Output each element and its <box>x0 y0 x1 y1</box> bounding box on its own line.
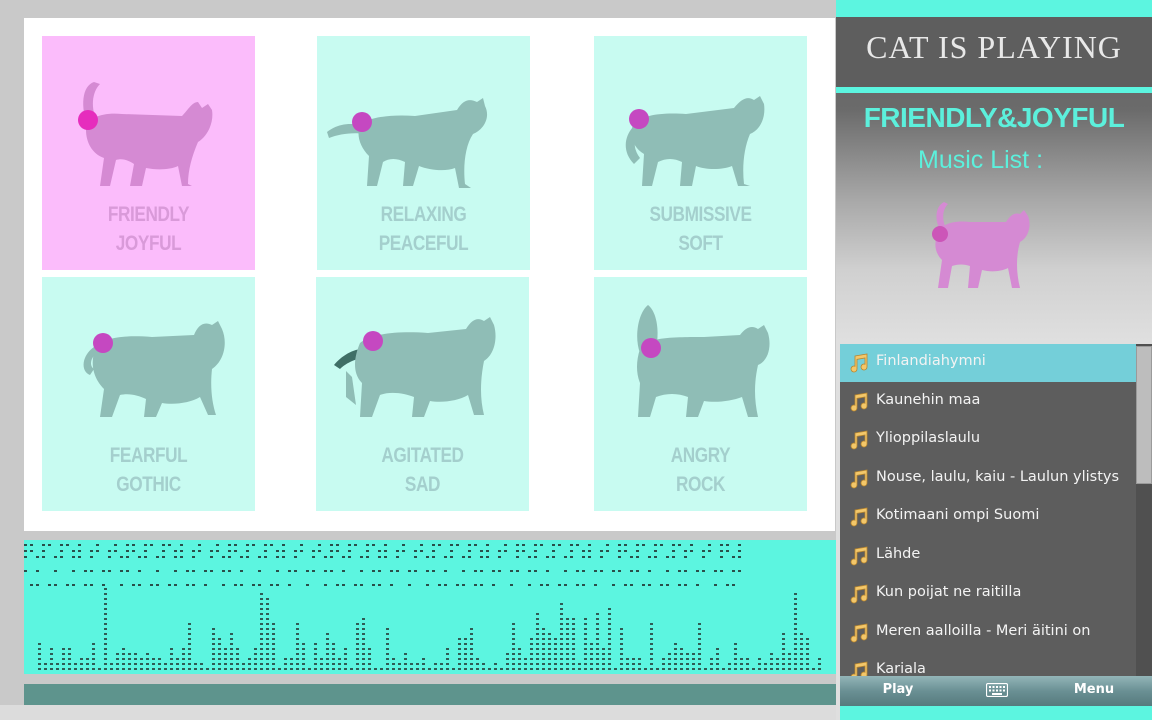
track-title: Nouse, laulu, kaiu - Laulun ylistys <box>876 468 1120 485</box>
music-note-icon <box>848 506 870 528</box>
mood-label-line2: SOFT <box>678 232 723 255</box>
mood-label-line1: RELAXING <box>380 203 467 226</box>
mood-label-line1: FEARFUL <box>109 444 188 467</box>
mood-grid: FRIENDLY JOYFUL RELAXING PEACEFUL SUBMIS… <box>24 18 835 531</box>
playlist-item[interactable]: Kun poijat ne raitilla <box>840 575 1136 613</box>
mood-label-line2: JOYFUL <box>115 232 182 255</box>
music-list-label: Music List : <box>918 146 1044 174</box>
mood-label-line2: PEACEFUL <box>378 232 469 255</box>
playlist-item[interactable]: Kariala <box>840 652 1136 676</box>
playlist-scrollbar[interactable] <box>1136 344 1152 676</box>
track-title: Kun poijat ne raitilla <box>876 584 1022 600</box>
mood-label-line2: ROCK <box>675 473 726 496</box>
scrollbar-thumb[interactable] <box>1136 346 1152 484</box>
playlist-item[interactable]: Lähde <box>840 537 1136 575</box>
track-title: Finlandiahymni <box>876 353 986 369</box>
current-mood-title: FRIENDLY&JOYFUL <box>863 102 1125 133</box>
mood-label-line1: AGITATED <box>381 444 464 467</box>
mood-card-agitated[interactable]: AGITATED SAD <box>316 277 529 511</box>
mood-label-line1: SUBMISSIVE <box>649 203 752 226</box>
visualizer-pane: FRIENDLY JOYFUL RELAXING PEACEFUL SUBMIS… <box>0 0 836 720</box>
mood-card-friendly[interactable]: FRIENDLY JOYFUL <box>42 36 255 270</box>
mood-card-submissive[interactable]: SUBMISSIVE SOFT <box>594 36 807 270</box>
track-title: Lähde <box>876 545 921 562</box>
playlist-item[interactable]: Ylioppilaslaulu <box>840 421 1136 459</box>
mood-label-line2: SAD <box>404 473 441 496</box>
menu-button[interactable]: Menu <box>1036 682 1152 697</box>
keyboard-icon[interactable] <box>986 683 1008 697</box>
mood-label-line2: GOTHIC <box>116 473 181 496</box>
player-sidebar: CAT IS PLAYING FRIENDLY&JOYFUL Music Lis… <box>836 0 1152 720</box>
mood-label-line1: ANGRY <box>670 444 731 467</box>
music-note-icon <box>848 622 870 644</box>
track-title: Kaunehin maa <box>876 391 981 408</box>
playlist-item[interactable]: Kotimaani ompi Suomi <box>840 498 1136 536</box>
spectrum-bars <box>24 544 821 670</box>
music-list: Finlandiahymni Kaunehin maa Ylioppilaslaul… <box>840 344 1152 676</box>
mood-card-fearful[interactable]: FEARFUL GOTHIC <box>42 277 255 511</box>
sidebar-top-accent <box>836 0 1152 17</box>
playlist-item[interactable]: Meren aalloilla - Meri äitini on <box>840 614 1136 652</box>
mood-card-angry[interactable]: ANGRY ROCK <box>594 277 807 511</box>
window-bottom-strip <box>0 705 836 720</box>
playlist-item[interactable]: Nouse, laulu, kaiu - Laulun ylistys <box>840 460 1136 498</box>
app-title: CAT IS PLAYING <box>866 29 1122 65</box>
softkey-bar: Play Menu <box>840 676 1152 706</box>
visualizer-footer-bar <box>24 684 836 705</box>
music-note-icon <box>848 583 870 605</box>
music-note-icon <box>848 545 870 567</box>
music-note-icon <box>848 352 870 374</box>
music-note-icon <box>848 391 870 413</box>
track-title: Meren aalloilla - Meri äitini on <box>876 622 1091 639</box>
app-title-bar: CAT IS PLAYING <box>836 17 1152 87</box>
music-note-icon <box>848 468 870 490</box>
playlist-item[interactable]: Kaunehin maa <box>840 383 1136 421</box>
track-title: Ylioppilaslaulu <box>876 430 981 446</box>
current-mood-cat-icon <box>932 202 1030 288</box>
music-note-icon <box>848 660 870 676</box>
playlist-item[interactable]: Finlandiahymni <box>840 344 1136 382</box>
play-button[interactable]: Play <box>840 682 956 697</box>
spectrum-analyzer <box>24 540 836 674</box>
track-title: Kotimaani ompi Suomi <box>876 507 1040 523</box>
music-note-icon <box>848 429 870 451</box>
track-title: Kariala <box>876 661 926 676</box>
mood-label-line1: FRIENDLY <box>107 203 190 226</box>
sidebar-bottom-accent <box>840 706 1152 720</box>
mood-card-relaxing[interactable]: RELAXING PEACEFUL <box>317 36 530 270</box>
title-divider <box>836 87 1152 93</box>
